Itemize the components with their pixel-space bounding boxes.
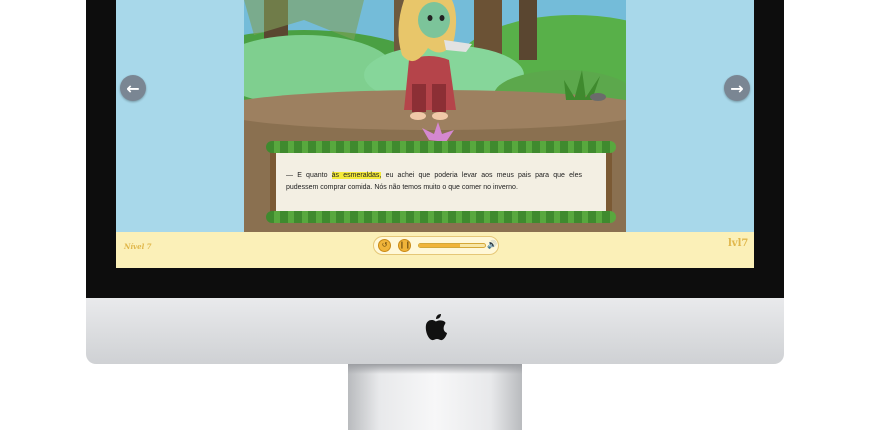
pause-button[interactable]: ❙❙ xyxy=(398,239,411,252)
story-text: — E quanto às esmeraldas, eu achei que p… xyxy=(286,170,582,194)
stand-shadow xyxy=(348,364,522,374)
screen: — E quanto às esmeraldas, eu achei que p… xyxy=(116,0,754,268)
level-label: Nível 7 xyxy=(124,242,152,251)
volume-icon[interactable]: 🔊 xyxy=(487,240,497,249)
arrow-left-icon: ← xyxy=(126,78,140,98)
previous-page-button[interactable]: ← xyxy=(120,75,146,101)
vine-decoration-top xyxy=(266,141,616,153)
audio-progress-fill xyxy=(419,244,460,247)
next-page-button[interactable]: → xyxy=(724,75,750,101)
apple-logo-icon xyxy=(425,314,447,341)
brand-logo: lvl7 xyxy=(728,238,749,249)
story-text-highlighted-word: às esmeraldas, xyxy=(331,172,382,179)
rewind-button[interactable]: ↺ xyxy=(378,239,391,252)
story-text-prefix: — E quanto xyxy=(286,172,332,179)
audio-progress-bar[interactable] xyxy=(418,243,486,248)
story-illustration: — E quanto às esmeraldas, eu achei que p… xyxy=(244,0,626,232)
audio-player: ↺ ❙❙ 🔊 xyxy=(373,236,499,255)
pause-icon: ❙❙ xyxy=(399,241,411,249)
vine-decoration-bottom xyxy=(266,211,616,223)
arrow-right-icon: → xyxy=(730,78,744,98)
bottom-bar: Nível 7 ↺ ❙❙ 🔊 lvl7 xyxy=(116,232,754,268)
rewind-icon: ↺ xyxy=(381,241,388,249)
